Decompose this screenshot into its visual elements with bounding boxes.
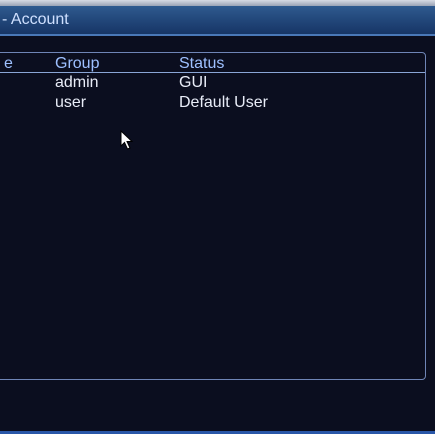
window-title: - Account	[2, 11, 69, 28]
table-header: e Group Status	[0, 53, 425, 73]
account-screen: - Account e Group Status admin GUI user …	[0, 0, 435, 434]
column-header-group[interactable]: Group	[55, 55, 99, 73]
column-header-status[interactable]: Status	[179, 55, 224, 73]
column-header-name[interactable]: e	[4, 55, 13, 73]
mouse-pointer-icon	[120, 129, 134, 157]
row-group: admin	[55, 74, 99, 91]
row-group: user	[55, 94, 87, 111]
account-table: e Group Status admin GUI user Default Us…	[0, 52, 426, 380]
row-status: GUI	[179, 74, 208, 91]
title-bar: - Account	[0, 6, 435, 36]
row-status: Default User	[179, 94, 268, 111]
